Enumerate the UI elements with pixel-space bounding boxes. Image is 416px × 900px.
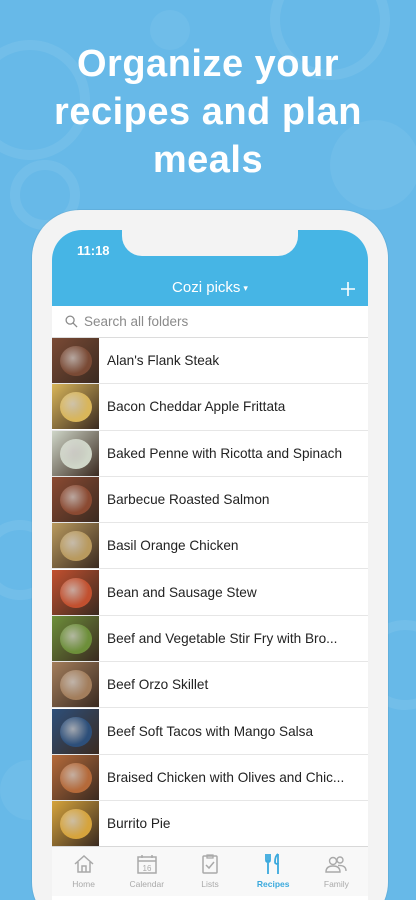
svg-text:16: 16 — [142, 864, 151, 873]
headline-line-2: recipes and plan — [54, 91, 362, 133]
recipe-name: Beef Soft Tacos with Mango Salsa — [107, 723, 314, 739]
tab-home[interactable]: Home — [52, 847, 115, 896]
recipe-thumbnail — [52, 615, 99, 661]
headline-line-1: Organize your — [77, 43, 339, 85]
recipe-row[interactable]: Barbecue Roasted Salmon — [52, 477, 368, 524]
recipe-thumbnail — [52, 384, 99, 430]
tab-label: Family — [323, 879, 349, 889]
plus-icon — [341, 282, 355, 296]
tab-label: Lists — [201, 879, 219, 889]
promo-headline: Organize your recipes and plan meals — [0, 40, 416, 184]
recipe-thumbnail — [52, 523, 99, 569]
recipe-row[interactable]: Bean and Sausage Stew — [52, 569, 368, 616]
search-input[interactable] — [84, 314, 324, 329]
recipe-row[interactable]: Alan's Flank Steak — [52, 338, 368, 385]
search-bar[interactable] — [52, 306, 368, 338]
recipe-name: Beef and Vegetable Stir Fry with Bro... — [107, 630, 338, 646]
tab-label: Home — [72, 879, 95, 889]
recipe-name: Burrito Pie — [107, 816, 171, 832]
nav-title: Cozi picks — [172, 279, 241, 296]
recipe-name: Bacon Cheddar Apple Frittata — [107, 399, 286, 415]
phone-screen: 11:18 Cozi picks▾ Alan's Flank Steak Baco… — [52, 230, 368, 900]
tab-bar: Home 16 Calendar Lists Recipes Family — [52, 846, 368, 896]
phone-notch — [122, 230, 298, 256]
recipe-thumbnail — [52, 662, 99, 708]
nav-bar: Cozi picks ▾ — [52, 270, 368, 306]
calendar-icon: 16 — [137, 855, 157, 874]
home-icon — [74, 854, 94, 873]
tab-label: Recipes — [256, 879, 290, 889]
tab-lists[interactable]: Lists — [178, 847, 241, 896]
tab-family[interactable]: Family — [305, 847, 368, 896]
status-time: 11:18 — [77, 243, 110, 258]
recipe-row[interactable]: Beef Soft Tacos with Mango Salsa — [52, 708, 368, 755]
recipes-icon — [265, 853, 280, 874]
tab-recipes[interactable]: Recipes — [242, 847, 305, 896]
recipe-list: Alan's Flank Steak Bacon Cheddar Apple Fr… — [52, 338, 368, 848]
recipe-name: Basil Orange Chicken — [107, 538, 239, 554]
recipe-row[interactable]: Bacon Cheddar Apple Frittata — [52, 384, 368, 431]
add-recipe-button[interactable] — [340, 274, 356, 301]
recipe-row[interactable]: Basil Orange Chicken — [52, 523, 368, 570]
recipe-name: Alan's Flank Steak — [107, 353, 220, 369]
recipe-name: Baked Penne with Ricotta and Spinach — [107, 445, 343, 461]
recipe-row[interactable]: Beef Orzo Skillet — [52, 662, 368, 709]
lists-icon — [202, 854, 218, 874]
family-icon — [325, 856, 348, 873]
recipe-name: Braised Chicken with Olives and Chic... — [107, 769, 345, 785]
search-icon — [65, 315, 78, 328]
recipe-row[interactable]: Braised Chicken with Olives and Chic... — [52, 754, 368, 801]
folder-selector[interactable]: Cozi picks ▾ — [52, 279, 368, 296]
recipe-thumbnail — [52, 708, 99, 754]
tab-label: Calendar — [129, 879, 165, 889]
tab-calendar[interactable]: 16 Calendar — [115, 847, 178, 896]
recipe-thumbnail — [52, 477, 99, 523]
recipe-name: Bean and Sausage Stew — [107, 584, 257, 600]
caret-down-icon: ▾ — [243, 282, 248, 293]
recipe-name: Barbecue Roasted Salmon — [107, 492, 270, 508]
headline-line-3: meals — [152, 139, 264, 181]
recipe-row[interactable]: Beef and Vegetable Stir Fry with Bro... — [52, 615, 368, 663]
recipe-thumbnail — [52, 430, 99, 476]
recipe-thumbnail — [52, 569, 99, 615]
recipe-thumbnail — [52, 754, 99, 800]
recipe-thumbnail — [52, 338, 99, 384]
recipe-row[interactable]: Burrito Pie — [52, 801, 368, 848]
recipe-row[interactable]: Baked Penne with Ricotta and Spinach — [52, 430, 368, 477]
recipe-name: Beef Orzo Skillet — [107, 677, 209, 693]
recipe-thumbnail — [52, 801, 99, 847]
